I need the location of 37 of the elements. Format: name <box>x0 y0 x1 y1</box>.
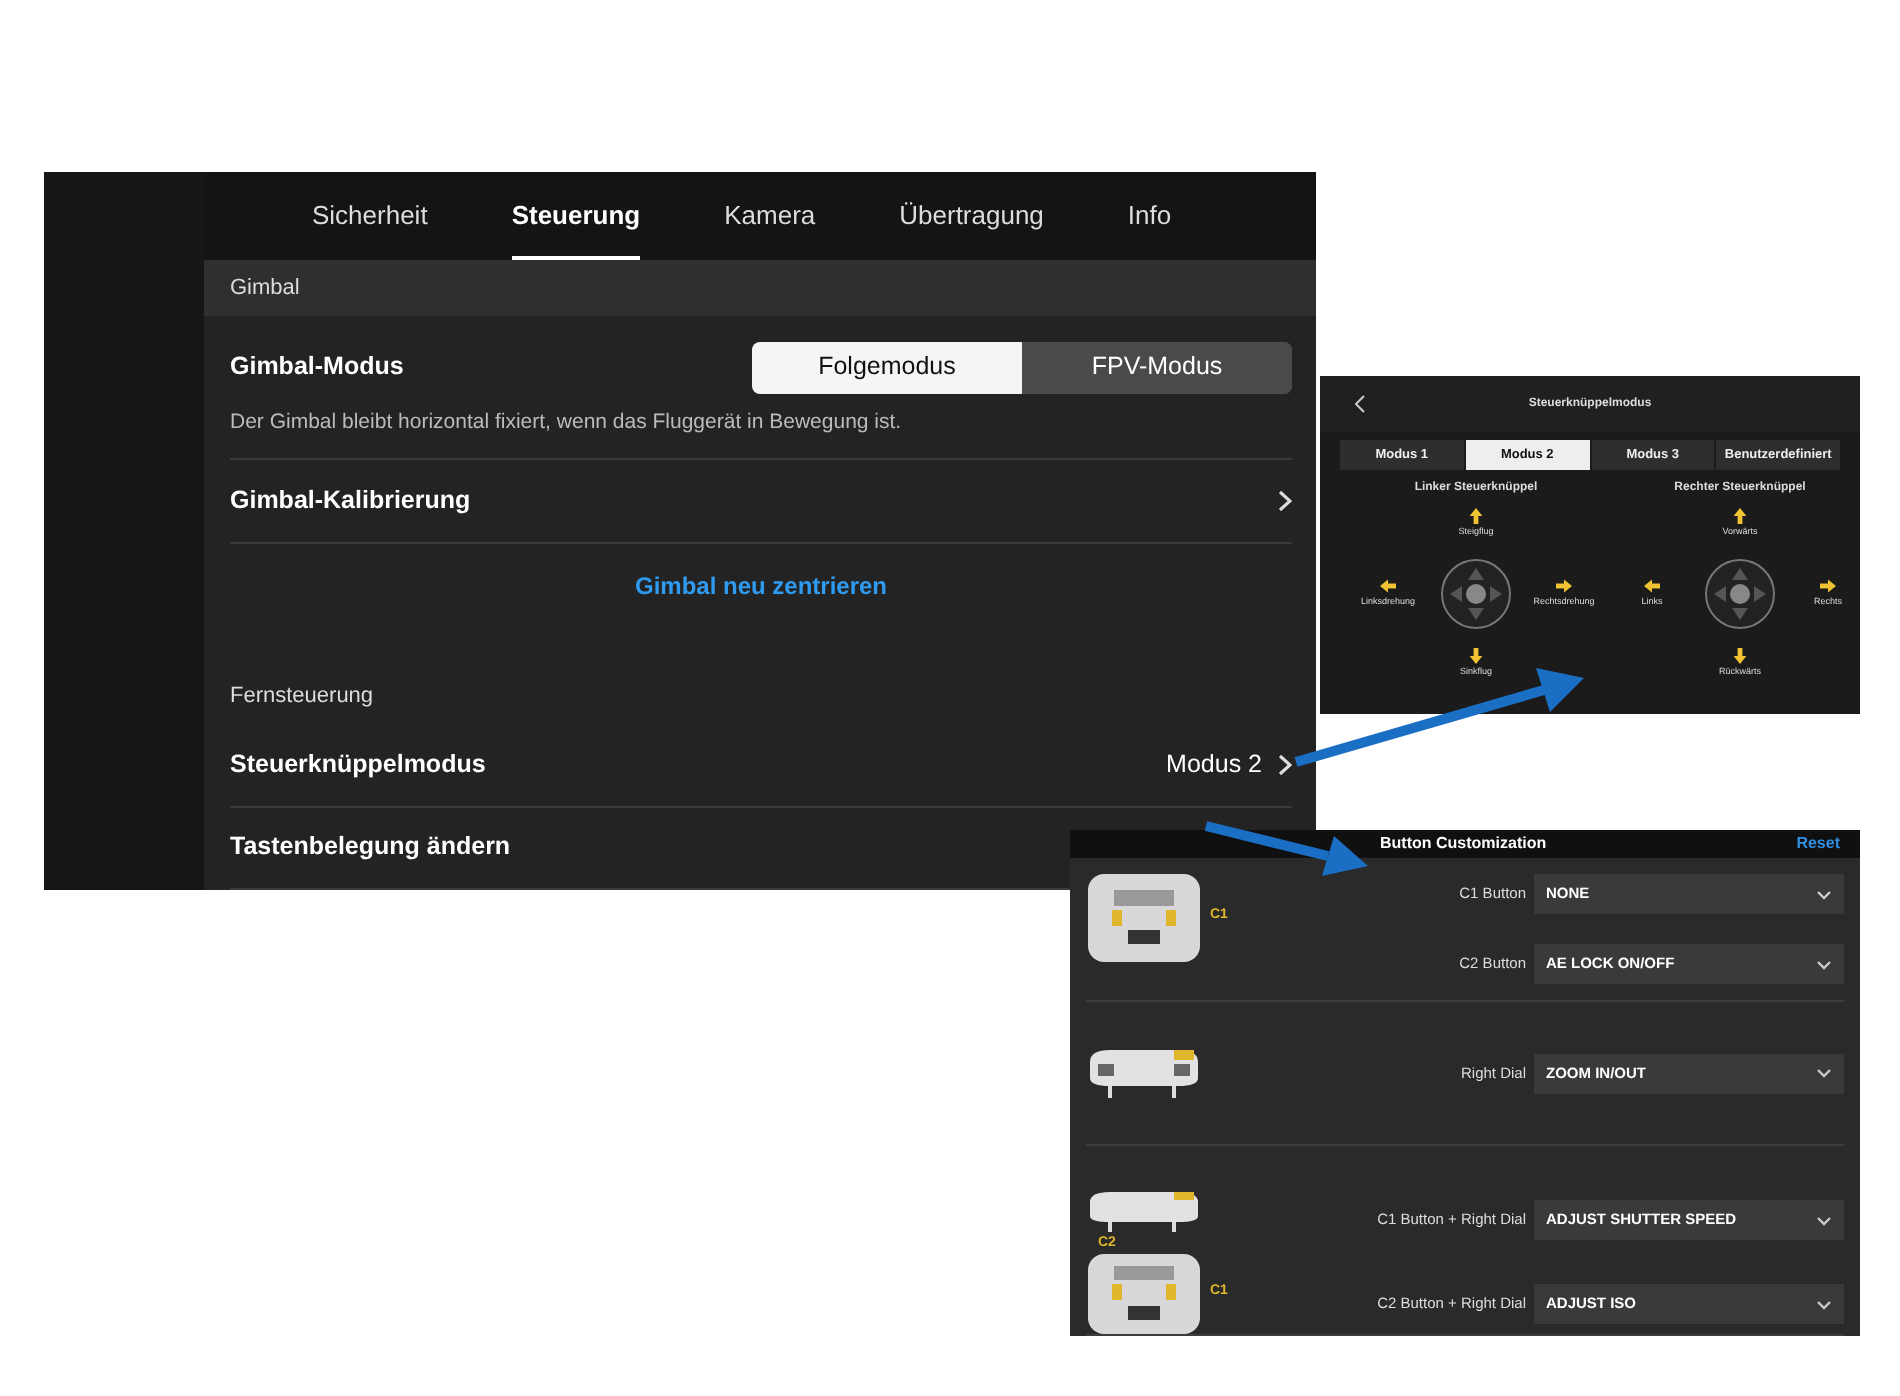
arrow-icon <box>1731 508 1748 525</box>
chevron-down-icon <box>1816 1299 1832 1309</box>
settings-tab[interactable]: Kamera <box>724 172 816 260</box>
settings-tab[interactable]: Sicherheit <box>312 172 428 260</box>
setting-title[interactable]: Steuerknüppelmodus <box>230 746 486 784</box>
setting-description: Der Gimbal bleibt horizontal fixiert, wenn das Fluggerät in Bewegung ist. <box>230 407 904 438</box>
chevron-down-icon <box>1816 1215 1832 1225</box>
setting-value: Modus 2 <box>1166 748 1262 783</box>
controller-drawing <box>1086 874 1202 962</box>
arrow-icon <box>1643 578 1660 595</box>
chevron-right-icon <box>1278 753 1292 776</box>
setting-title: Gimbal-Modus <box>230 350 404 385</box>
arrow-icon <box>1467 508 1484 525</box>
joystick-drawing <box>1704 558 1776 630</box>
segment-option[interactable]: FPV-Modus <box>1022 341 1292 394</box>
reset-button[interactable]: Reset <box>1796 832 1840 856</box>
window-title: Button Customization <box>1380 832 1547 856</box>
back-icon <box>1354 394 1366 414</box>
section-header: Fernsteuerung <box>228 682 376 713</box>
recenter-link[interactable]: Gimbal neu zentrieren <box>622 566 900 607</box>
section-header: Gimbal <box>204 260 1316 316</box>
chevron-right-icon <box>1278 490 1292 512</box>
arrow-icon <box>1556 578 1572 595</box>
settings-tab[interactable]: Info <box>1127 172 1172 260</box>
chevron-down-icon <box>1816 959 1832 969</box>
chevron-down-icon <box>1816 1068 1832 1078</box>
arrow-icon <box>1467 648 1484 665</box>
controller-drawing <box>1086 1046 1202 1100</box>
arrow-icon <box>1380 578 1396 595</box>
chevron-down-icon <box>1816 889 1832 899</box>
arrow-icon <box>1819 578 1836 595</box>
segment-option[interactable]: Folgemodus <box>752 341 1022 394</box>
setting-title[interactable]: Gimbal-Kalibrierung <box>230 482 471 520</box>
settings-tab[interactable]: Übertragung <box>899 172 1044 260</box>
setting-title[interactable]: Tastenbelegung ändern <box>230 828 511 867</box>
joystick-drawing <box>1440 558 1512 630</box>
arrow-icon <box>1731 648 1748 665</box>
